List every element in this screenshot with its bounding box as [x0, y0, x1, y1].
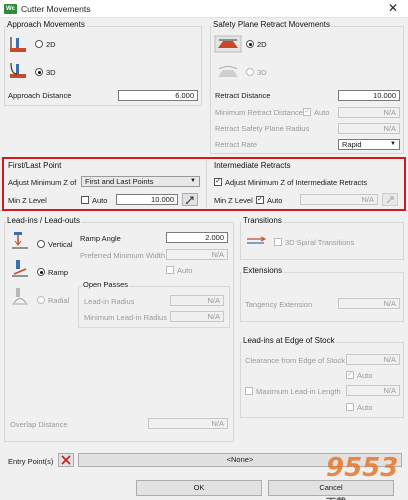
min-retract-auto-checkbox[interactable]: ✓	[303, 108, 311, 116]
tangency-extension-label: Tangency Extension	[245, 300, 313, 309]
leadins-heading: Lead-ins / Lead-outs	[6, 216, 81, 225]
intermediate-min-z-input[interactable]: N/A	[300, 194, 378, 205]
approach-2d-radio[interactable]	[35, 40, 43, 48]
vertical-leadin-icon	[12, 232, 28, 249]
approach-3d-icon	[10, 62, 26, 78]
app-icon: Wc	[4, 4, 17, 14]
open-passes-heading: Open Passes	[82, 280, 130, 289]
leadin-radial-label: Radial	[48, 296, 70, 305]
retract-radius-label: Retract Safety Plane Radius	[215, 124, 310, 133]
max-leadin-auto-label: Auto	[357, 403, 373, 412]
adjust-min-z-select[interactable]: First and Last Points ▼	[81, 176, 200, 187]
chevron-down-icon: ▼	[390, 141, 396, 147]
retract-distance-label: Retract Distance	[215, 91, 271, 100]
leadin-vertical-label: Vertical	[48, 240, 73, 249]
retract-3d-icon	[218, 66, 238, 77]
first-min-z-label: Min Z Level	[8, 196, 47, 205]
retract-radius-input[interactable]: N/A	[338, 123, 400, 134]
transitions-heading: Transitions	[242, 216, 283, 225]
spiral-transition-icon	[247, 236, 267, 244]
min-retract-distance-label: Minimum Retract Distance	[215, 108, 303, 117]
spiral-transitions-label: 3D Spiral Transitions	[285, 238, 355, 247]
pref-min-width-input[interactable]: N/A	[166, 249, 228, 260]
leadin-auto-checkbox[interactable]	[166, 266, 174, 274]
first-min-z-auto-checkbox[interactable]	[81, 196, 89, 204]
first-last-heading: First/Last Point	[8, 161, 62, 170]
max-leadin-checkbox[interactable]	[245, 387, 253, 395]
close-icon[interactable]: ✕	[388, 1, 398, 15]
retract-2d-radio[interactable]	[246, 40, 254, 48]
leadin-ramp-label: Ramp	[48, 268, 69, 277]
watermark-main: 9553	[326, 453, 399, 483]
ramp-angle-label: Ramp Angle	[80, 234, 121, 243]
approach-distance-input[interactable]: 6.000	[118, 90, 198, 101]
window-title: Cutter Movements	[21, 4, 91, 14]
approach-3d-label: 3D	[46, 68, 56, 77]
leadin-radial-radio[interactable]	[37, 296, 45, 304]
approach-movements-heading: Approach Movements	[6, 20, 86, 29]
min-retract-auto-label: Auto	[314, 108, 330, 117]
spiral-transitions-checkbox[interactable]	[274, 238, 282, 246]
intermediate-retracts-heading: Intermediate Retracts	[214, 161, 291, 170]
adjust-min-z-value: First and Last Points	[85, 177, 154, 186]
intermediate-auto-checkbox[interactable]: ✓	[256, 196, 264, 204]
highlight-divider	[206, 160, 207, 208]
retract-rate-select[interactable]: Rapid ▼	[338, 139, 400, 150]
min-leadin-radius-input[interactable]: N/A	[170, 311, 224, 322]
safety-plane-heading: Safety Plane Retract Movements	[212, 20, 331, 29]
tangency-extension-input[interactable]: N/A	[338, 298, 400, 309]
retract-rate-value: Rapid	[342, 140, 362, 149]
leadin-radius-label: Lead-in Radius	[84, 297, 135, 306]
site-watermark: 9553下载	[326, 453, 408, 500]
intermediate-adjust-label: Adjust Minimum Z of Intermediate Retract…	[225, 178, 368, 187]
retract-2d-icon	[214, 35, 242, 53]
intermediate-min-z-label: Min Z Level	[214, 196, 253, 205]
clearance-auto-label: Auto	[357, 371, 373, 380]
approach-3d-radio[interactable]	[35, 68, 43, 76]
retract-distance-input[interactable]: 10.000	[338, 90, 400, 101]
retract-rate-label: Retract Rate	[215, 140, 258, 149]
overlap-distance-label: Overlap Distance	[10, 420, 68, 429]
min-retract-distance-input[interactable]: N/A	[338, 107, 400, 118]
pick-min-z-button[interactable]	[182, 193, 198, 206]
clearance-auto-checkbox[interactable]: ✓	[346, 371, 354, 379]
leadin-ramp-radio[interactable]	[37, 268, 45, 276]
approach-distance-label: Approach Distance	[8, 91, 72, 100]
ok-button[interactable]: OK	[136, 480, 262, 496]
intermediate-adjust-checkbox[interactable]: ✓	[214, 178, 222, 186]
stock-edge-heading: Lead-ins at Edge of Stock	[242, 336, 336, 345]
approach-2d-icon	[10, 37, 26, 52]
ramp-angle-input[interactable]: 2.000	[166, 232, 228, 243]
max-leadin-auto-checkbox[interactable]	[346, 403, 354, 411]
pick-point-icon	[386, 196, 394, 204]
retract-3d-label: 3D	[257, 68, 267, 77]
retract-2d-label: 2D	[257, 40, 267, 49]
adjust-min-z-label: Adjust Minimum Z of	[8, 178, 77, 187]
clear-icon	[61, 455, 71, 465]
radial-leadin-icon	[12, 288, 28, 305]
approach-2d-label: 2D	[46, 40, 56, 49]
intermediate-pick-button[interactable]	[382, 193, 398, 206]
retract-3d-radio[interactable]	[246, 68, 254, 76]
leadin-auto-label: Auto	[177, 266, 193, 275]
ramp-leadin-icon	[12, 260, 28, 277]
pref-min-width-label: Preferred Minimum Width	[80, 251, 166, 260]
entry-points-label: Entry Point(s)	[8, 457, 54, 466]
max-leadin-input[interactable]: N/A	[346, 385, 400, 396]
chevron-down-icon: ▼	[190, 178, 196, 184]
clearance-input[interactable]: N/A	[346, 354, 400, 365]
clear-entry-points-button[interactable]	[58, 453, 74, 467]
extensions-heading: Extensions	[242, 266, 284, 275]
extensions-panel	[240, 272, 404, 322]
first-min-z-auto-label: Auto	[92, 196, 108, 205]
intermediate-auto-label: Auto	[267, 196, 283, 205]
first-min-z-input[interactable]: 10.000	[116, 194, 178, 205]
overlap-distance-input[interactable]: N/A	[148, 418, 228, 429]
leadin-radius-input[interactable]: N/A	[170, 295, 224, 306]
min-leadin-radius-label: Minimum Lead-in Radius	[84, 313, 167, 322]
pick-point-icon	[185, 196, 194, 205]
clearance-label: Clearance from Edge of Stock	[245, 356, 346, 365]
max-leadin-label: Maximum Lead-in Length	[256, 387, 341, 396]
leadin-vertical-radio[interactable]	[37, 240, 45, 248]
